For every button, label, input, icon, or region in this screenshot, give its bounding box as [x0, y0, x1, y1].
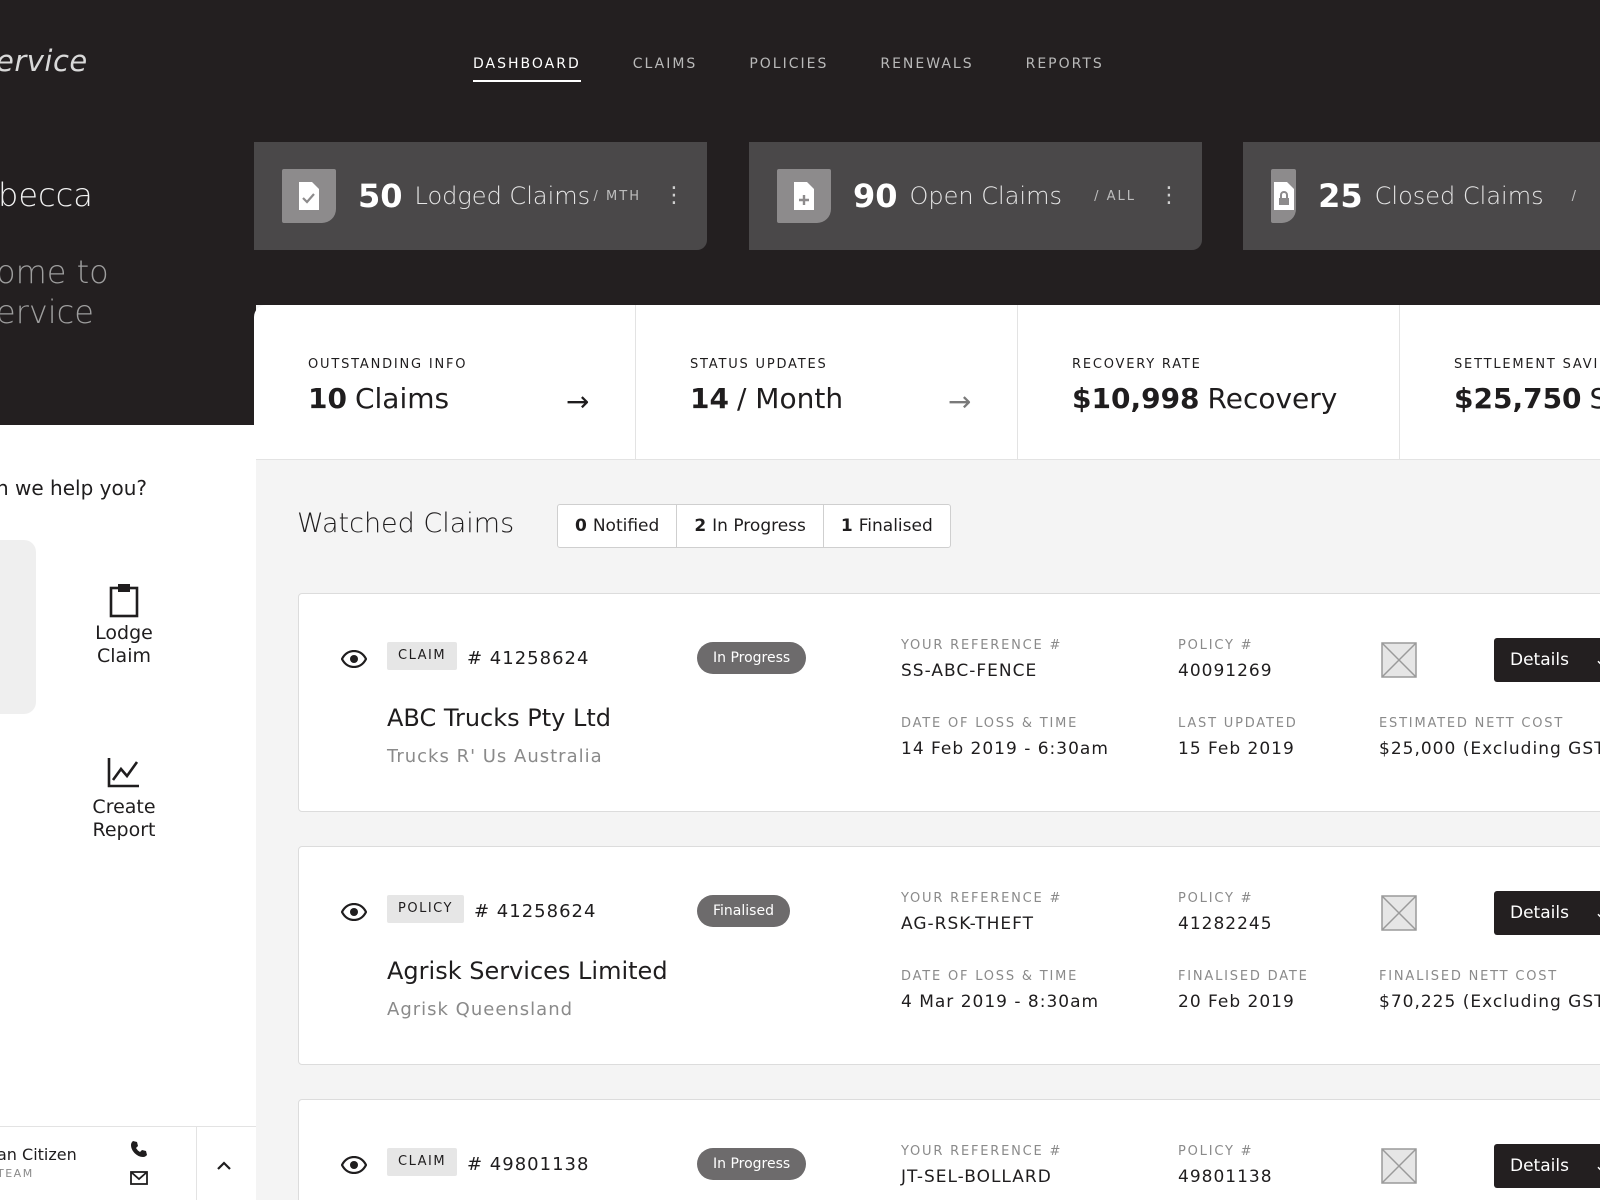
- filter-finalised[interactable]: 1 Finalised: [824, 505, 950, 547]
- welcome-line-2: ervice: [0, 293, 94, 331]
- policy-number-field: POLICY #49801138: [1178, 1144, 1273, 1187]
- image-placeholder-icon: [1381, 1148, 1417, 1184]
- stat-label: RECOVERY RATE: [1072, 357, 1202, 372]
- kpi-period: / MTH: [593, 188, 641, 204]
- nett-cost-field: ESTIMATED NETT COST $25,000 (Excluding GS…: [1379, 716, 1600, 759]
- phone-icon[interactable]: [130, 1140, 148, 1162]
- eye-icon[interactable]: [340, 649, 368, 672]
- claim-card[interactable]: POLICY # 41258624 Finalised Agrisk Servi…: [298, 846, 1600, 1065]
- nett-cost-field: FINALISED NETT COST $70,225 (Excluding GS…: [1379, 969, 1600, 1012]
- finalised-date-field: FINALISED DATE 20 Feb 2019: [1178, 969, 1309, 1012]
- your-reference-field: YOUR REFERENCE # JT-SEL-BOLLARD: [901, 1144, 1063, 1187]
- line-chart-icon: [78, 756, 170, 796]
- arrow-right-icon[interactable]: →: [948, 385, 971, 418]
- status-badge: Finalised: [697, 895, 790, 927]
- kpi-label: Lodged Claims: [414, 182, 591, 210]
- file-plus-icon: [777, 169, 831, 223]
- record-type-tag: CLAIM: [387, 642, 458, 670]
- eye-icon[interactable]: [340, 1155, 368, 1178]
- filter-notified[interactable]: 0 Notified: [558, 505, 678, 547]
- welcome-line-1: ome to: [0, 253, 109, 291]
- stats-row: OUTSTANDING INFO 10 Claims → STATUS UPDAT…: [254, 305, 1600, 460]
- stat-recovery-rate: RECOVERY RATE $10,998 Recovery: [1018, 305, 1400, 460]
- stat-settlement-savings: SETTLEMENT SAVI $25,750Sa: [1400, 305, 1600, 460]
- chevron-down-icon: ⌄: [1594, 638, 1600, 682]
- watched-claims-title: Watched Claims: [297, 508, 515, 539]
- chevron-down-icon: ⌄: [1594, 1144, 1600, 1188]
- user-greeting: becca: [0, 176, 93, 214]
- image-placeholder-icon: [1381, 895, 1417, 931]
- date-of-loss-field: DATE OF LOSS & TIME 14 Feb 2019 - 6:30am: [901, 716, 1109, 759]
- stat-value: $25,750Sa: [1454, 382, 1600, 415]
- status-badge: In Progress: [697, 642, 807, 674]
- kpi-period: /: [1571, 188, 1578, 204]
- your-reference-field: YOUR REFERENCE # SS-ABC-FENCE: [901, 638, 1063, 681]
- stat-outstanding-info[interactable]: OUTSTANDING INFO 10 Claims →: [254, 305, 636, 460]
- your-reference-field: YOUR REFERENCE # AG-RSK-THEFT: [901, 891, 1063, 934]
- kpi-value: 90: [853, 177, 898, 215]
- policy-number-field: POLICY #40091269: [1178, 638, 1273, 681]
- footer-divider: [196, 1127, 197, 1200]
- contact-team: TEAM: [0, 1167, 34, 1180]
- kpi-closed-claims[interactable]: 25 Closed Claims /: [1243, 142, 1600, 250]
- status-badge: In Progress: [697, 1148, 807, 1180]
- file-lock-icon: [1271, 169, 1297, 223]
- nav-claims[interactable]: CLAIMS: [633, 56, 698, 82]
- image-placeholder-icon: [1381, 642, 1417, 678]
- stat-label: OUTSTANDING INFO: [308, 357, 468, 372]
- eye-icon[interactable]: [340, 902, 368, 925]
- nav-renewals[interactable]: RENEWALS: [880, 56, 973, 82]
- kpi-label: Open Claims: [909, 182, 1062, 210]
- claim-number: # 41258624: [467, 648, 590, 669]
- welcome-message: ome to ervice: [0, 252, 109, 332]
- nav-policies[interactable]: POLICIES: [749, 56, 828, 82]
- date-of-loss-field: DATE OF LOSS & TIME 4 Mar 2019 - 8:30am: [901, 969, 1100, 1012]
- last-updated-field: LAST UPDATED 15 Feb 2019: [1178, 716, 1298, 759]
- policy-number-field: POLICY #41282245: [1178, 891, 1273, 934]
- kpi-open-claims[interactable]: 90 Open Claims / ALL ⋮: [749, 142, 1202, 250]
- claim-number: # 41258624: [474, 901, 597, 922]
- contact-name: an Citizen: [0, 1145, 77, 1164]
- kpi-label: Closed Claims: [1374, 182, 1544, 210]
- kpi-value: 25: [1318, 177, 1363, 215]
- details-button[interactable]: Details⌄: [1494, 891, 1600, 935]
- arrow-right-icon[interactable]: →: [566, 385, 589, 418]
- kpi-value: 50: [358, 177, 403, 215]
- main-nav: DASHBOARD CLAIMS POLICIES RENEWALS REPOR…: [473, 56, 1104, 82]
- chevron-down-icon: ⌄: [1594, 891, 1600, 935]
- stat-value: $10,998 Recovery: [1072, 382, 1338, 415]
- help-tile[interactable]: [0, 540, 36, 714]
- more-options-icon[interactable]: ⋮: [663, 185, 685, 207]
- clipboard-icon: [78, 582, 170, 622]
- app-brand: ervice: [0, 44, 88, 78]
- stat-label: STATUS UPDATES: [690, 357, 828, 372]
- nav-reports[interactable]: REPORTS: [1026, 56, 1104, 82]
- subcompany-name: Trucks R' Us Australia: [387, 746, 603, 767]
- kpi-period: / ALL: [1094, 188, 1136, 204]
- nav-dashboard[interactable]: DASHBOARD: [473, 56, 581, 82]
- stat-status-updates[interactable]: STATUS UPDATES 14/ Month →: [636, 305, 1018, 460]
- chevron-up-icon[interactable]: [216, 1155, 232, 1174]
- help-question: n we help you?: [0, 476, 148, 500]
- claim-card[interactable]: CLAIM # 41258624 In Progress ABC Trucks …: [298, 593, 1600, 812]
- company-name: ABC Trucks Pty Ltd: [387, 704, 612, 732]
- stat-label: SETTLEMENT SAVI: [1454, 357, 1600, 372]
- subcompany-name: Agrisk Queensland: [387, 999, 574, 1020]
- details-button[interactable]: Details⌄: [1494, 1144, 1600, 1188]
- file-check-icon: [282, 169, 336, 223]
- lodge-claim-button[interactable]: Lodge Claim: [78, 582, 170, 668]
- filter-in-progress[interactable]: 2 In Progress: [677, 505, 824, 547]
- more-options-icon[interactable]: ⋮: [1158, 185, 1180, 207]
- claim-card[interactable]: CLAIM # 49801138 In Progress YOUR REFERE…: [298, 1099, 1600, 1200]
- company-name: Agrisk Services Limited: [387, 957, 668, 985]
- record-type-tag: CLAIM: [387, 1148, 458, 1176]
- create-report-button[interactable]: Create Report: [78, 756, 170, 842]
- details-button[interactable]: Details⌄: [1494, 638, 1600, 682]
- mail-icon[interactable]: [130, 1170, 148, 1189]
- status-filter-group: 0 Notified 2 In Progress 1 Finalised: [557, 504, 951, 548]
- kpi-lodged-claims[interactable]: 50 Lodged Claims / MTH ⋮: [254, 142, 707, 250]
- claim-number: # 49801138: [467, 1154, 590, 1175]
- record-type-tag: POLICY: [387, 895, 464, 923]
